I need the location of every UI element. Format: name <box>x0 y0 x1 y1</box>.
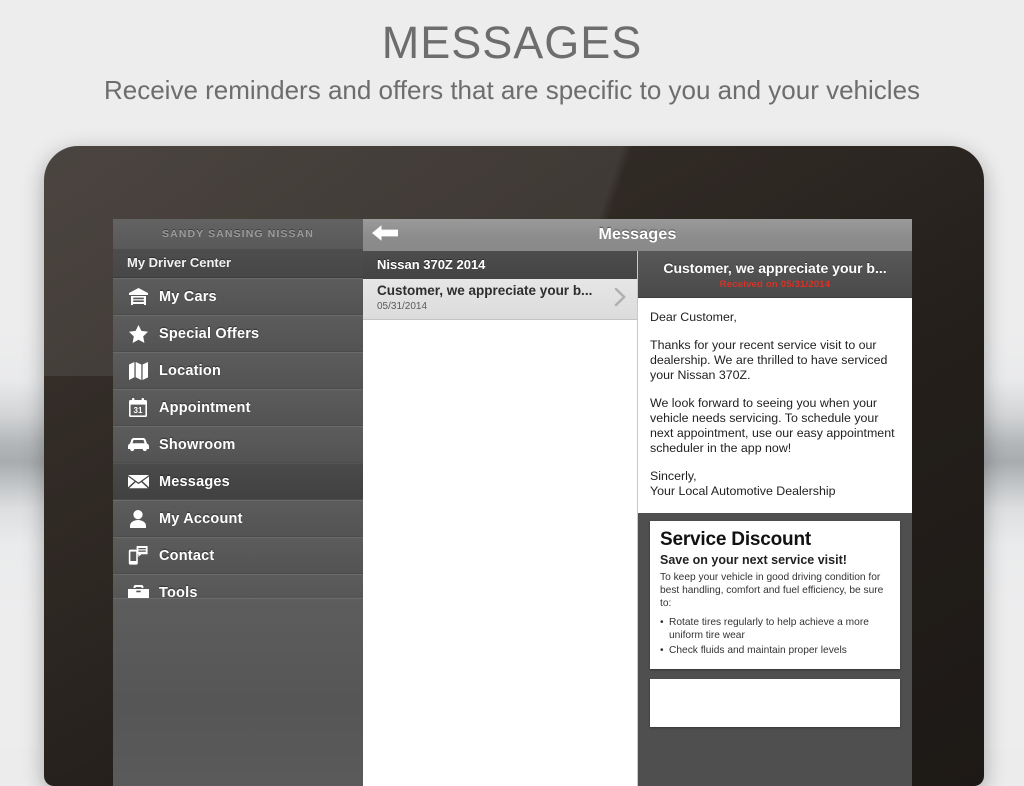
person-icon <box>123 508 153 530</box>
chevron-right-icon <box>614 287 627 312</box>
detail-received-date: Received on 05/31/2014 <box>719 279 831 290</box>
car-icon <box>123 434 153 456</box>
message-signature: Sincerly, Your Local Automotive Dealersh… <box>650 469 836 498</box>
message-paragraph: Dear Customer, <box>650 310 737 324</box>
coupon-title: Service Discount <box>660 529 811 550</box>
coupon-card[interactable]: Service Discount Save on your next servi… <box>650 521 900 669</box>
coupon-bullet: Rotate tires regularly to help achieve a… <box>660 616 890 642</box>
sidebar-empty-area <box>113 598 363 786</box>
sidebar-item-appointment[interactable]: 31 Appointment <box>113 389 363 426</box>
detail-subject: Customer, we appreciate your b... <box>663 260 887 276</box>
dealer-name-label: SANDY SANSING NISSAN <box>113 219 363 249</box>
map-icon <box>123 360 153 382</box>
coupon-area: Service Discount Save on your next servi… <box>638 513 912 727</box>
message-detail-column: Customer, we appreciate your b... Receiv… <box>638 251 912 786</box>
page-heading: MESSAGES Receive reminders and offers th… <box>0 0 1024 106</box>
page-subtitle: Receive reminders and offers that are sp… <box>103 75 921 105</box>
garage-icon <box>123 286 153 308</box>
message-date: 05/31/2014 <box>377 301 428 312</box>
sidebar-item-label: Contact <box>159 547 215 564</box>
svg-text:31: 31 <box>134 406 143 415</box>
sidebar-item-label: My Cars <box>159 288 217 305</box>
message-list-group-header: Nissan 370Z 2014 <box>363 251 637 279</box>
page-title: MESSAGES <box>381 17 643 68</box>
message-paragraph: We look forward to seeing you when your … <box>650 396 895 455</box>
coupon-bullet-list: Rotate tires regularly to help achieve a… <box>660 616 890 657</box>
sidebar-item-showroom[interactable]: Showroom <box>113 426 363 463</box>
message-subject: Customer, we appreciate your b... <box>377 283 593 298</box>
envelope-icon <box>123 471 153 493</box>
app-top-bar: Messages <box>363 219 912 252</box>
sidebar-item-messages[interactable]: Messages <box>113 463 363 500</box>
back-button[interactable] <box>363 219 407 251</box>
sidebar-item-label: My Account <box>159 510 243 527</box>
sidebar-item-label: Location <box>159 362 222 379</box>
phone-chat-icon <box>123 545 153 567</box>
sidebar: SANDY SANSING NISSAN My Driver Center My… <box>113 219 363 786</box>
tablet-device-frame: SANDY SANSING NISSAN My Driver Center My… <box>44 146 984 786</box>
sidebar-item-label: Showroom <box>159 436 236 453</box>
sidebar-item-contact[interactable]: Contact <box>113 537 363 574</box>
sidebar-item-label: Messages <box>159 473 230 490</box>
message-list-column: Nissan 370Z 2014 Customer, we appreciate… <box>363 251 638 786</box>
sidebar-item-location[interactable]: Location <box>113 352 363 389</box>
sidebar-item-my-account[interactable]: My Account <box>113 500 363 537</box>
sidebar-section-label: My Driver Center <box>113 249 363 278</box>
sidebar-item-label: Special Offers <box>159 325 260 342</box>
back-arrow-icon <box>372 224 398 247</box>
sidebar-item-label: Appointment <box>159 399 251 416</box>
message-paragraph: Thanks for your recent service visit to … <box>650 338 888 382</box>
coupon-bullet: Check fluids and maintain proper levels <box>660 644 890 657</box>
sidebar-item-my-cars[interactable]: My Cars <box>113 278 363 315</box>
coupon-card-next[interactable] <box>650 679 900 727</box>
sidebar-item-special-offers[interactable]: Special Offers <box>113 315 363 352</box>
top-bar-title: Messages <box>598 226 677 243</box>
calendar-icon: 31 <box>123 397 153 419</box>
coupon-text: To keep your vehicle in good driving con… <box>660 572 884 609</box>
tablet-screen: SANDY SANSING NISSAN My Driver Center My… <box>113 219 912 786</box>
message-body: Dear Customer, Thanks for your recent se… <box>638 298 912 513</box>
star-icon <box>123 323 153 345</box>
message-detail-header: Customer, we appreciate your b... Receiv… <box>638 251 912 298</box>
message-list-item[interactable]: Customer, we appreciate your b... 05/31/… <box>363 279 637 320</box>
coupon-tagline: Save on your next service visit! <box>660 553 847 567</box>
